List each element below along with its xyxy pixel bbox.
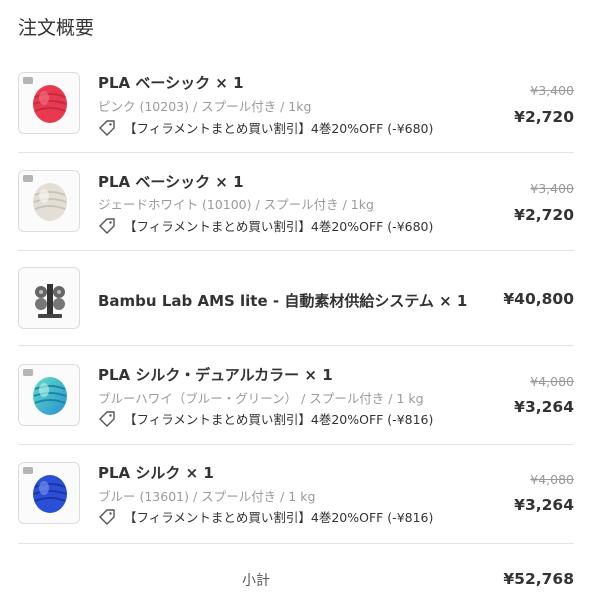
ams-lite-image [35,284,65,318]
spool-blue-image [33,475,67,513]
subtotal-label: 小計 [242,573,270,589]
discount-promo: 【フィラメントまとめ買い割引】4巻20%OFF (-¥680) [98,216,433,235]
divider [18,543,574,544]
original-price: ¥4,080 [530,472,574,487]
spool-white-image [33,183,67,221]
product-name[interactable]: PLA ベーシック × 1 [98,171,244,192]
product-variant: ブルーハワイ（ブルー・グリーン） / スプール付き / 1 kg [98,391,424,406]
product-name[interactable]: Bambu Lab AMS lite - 自動素材供給システム × 1 [98,290,467,311]
promo-label: 【フィラメントまとめ買い割引】4巻20%OFF (-¥680) [124,219,434,234]
promo-label: 【フィラメントまとめ買い割引】4巻20%OFF (-¥816) [124,412,434,427]
divider [18,152,574,153]
product-variant: ブルー (13601) / スプール付き / 1 kg [98,489,316,504]
price: ¥40,800 [503,290,574,308]
product-thumbnail [18,364,80,426]
discount-promo: 【フィラメントまとめ買い割引】4巻20%OFF (-¥816) [98,409,433,428]
subtotal-value: ¥52,768 [503,570,574,588]
divider [18,250,574,251]
product-name[interactable]: PLA シルク・デュアルカラー × 1 [98,364,333,385]
tag-icon [99,119,115,136]
promo-label: 【フィラメントまとめ買い割引】4巻20%OFF (-¥680) [124,121,434,136]
divider [18,345,574,346]
discount-promo: 【フィラメントまとめ買い割引】4巻20%OFF (-¥816) [98,507,433,526]
promo-label: 【フィラメントまとめ買い割引】4巻20%OFF (-¥816) [124,510,434,525]
spool-pink-image [33,85,67,123]
product-thumbnail [18,72,80,134]
divider [18,444,574,445]
price: ¥3,264 [514,496,574,514]
product-variant: ピンク (10203) / スプール付き / 1kg [98,99,312,114]
spool-blue-green-image [33,377,67,415]
product-thumbnail [18,170,80,232]
price: ¥3,264 [514,398,574,416]
discount-promo: 【フィラメントまとめ買い割引】4巻20%OFF (-¥680) [98,118,433,137]
product-name[interactable]: PLA ベーシック × 1 [98,72,244,93]
original-price: ¥3,400 [530,181,574,196]
original-price: ¥4,080 [530,374,574,389]
original-price: ¥3,400 [530,83,574,98]
order-summary-title: 注文概要 [18,17,95,39]
product-variant: ジェードホワイト (10100) / スプール付き / 1kg [98,197,374,212]
tag-icon [99,217,115,234]
product-thumbnail [18,267,80,329]
price: ¥2,720 [514,108,574,126]
product-name[interactable]: PLA シルク × 1 [98,462,214,483]
tag-icon [99,410,115,427]
product-thumbnail [18,462,80,524]
tag-icon [99,508,115,525]
price: ¥2,720 [514,206,574,224]
